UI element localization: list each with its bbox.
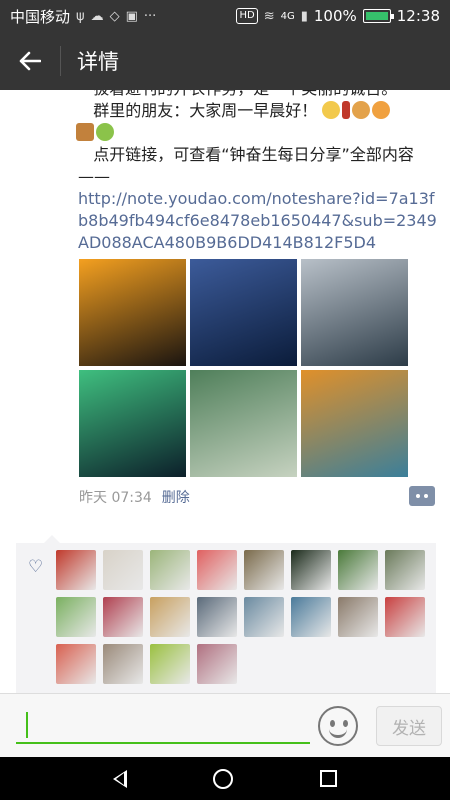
title-bar: 详情: [0, 32, 450, 90]
post-emoji-line: [76, 122, 438, 144]
coffee-emoji-icon: [76, 123, 94, 141]
delete-button[interactable]: 删除: [162, 487, 190, 507]
nav-back-icon[interactable]: [113, 769, 128, 788]
comment-menu-icon[interactable]: [409, 486, 435, 506]
liker-avatar[interactable]: [291, 550, 331, 590]
photo-stone-arch-bridge[interactable]: [190, 370, 297, 477]
liker-avatar[interactable]: [385, 550, 425, 590]
status-bar: 中国移动 ψ ☁ ◇ ▣ ··· HD ≋ 4G ▮ 100% 12:38: [0, 0, 450, 32]
clap-emoji-icon: [372, 101, 391, 119]
liker-avatar[interactable]: [150, 550, 190, 590]
carrier-label: 中国移动: [10, 7, 71, 26]
cloud-icon: ☁: [90, 8, 104, 24]
liker-avatar[interactable]: [197, 644, 237, 684]
liker-avatar[interactable]: [197, 550, 237, 590]
person-emoji-icon: [96, 123, 114, 141]
network-label: 4G: [280, 10, 295, 22]
photo-aurora-snow[interactable]: [79, 370, 186, 477]
photo-misty-islands[interactable]: [301, 259, 408, 366]
page-title: 详情: [77, 50, 119, 74]
send-button[interactable]: 发送: [376, 706, 442, 746]
liker-avatar[interactable]: [56, 644, 96, 684]
wifi-icon: ≋: [263, 8, 275, 24]
nav-recents-icon[interactable]: [319, 770, 337, 787]
signal-icon: ▮: [300, 8, 308, 24]
smile-emoji-icon: [322, 101, 341, 119]
moment-detail: 拔着避刊的开衣作务，是一个美丽的诚召。 群里的朋友：大家周一早晨好！ 点开链接，…: [0, 90, 450, 693]
liker-avatar[interactable]: [291, 597, 331, 637]
header-divider: [60, 46, 61, 76]
liker-avatar[interactable]: [103, 550, 143, 590]
liker-avatar[interactable]: [385, 597, 425, 637]
comment-input[interactable]: [16, 708, 310, 744]
emoji-picker-icon[interactable]: [318, 706, 358, 746]
app-icon: ▣: [125, 8, 138, 24]
liker-avatar[interactable]: [244, 550, 284, 590]
liker-avatar[interactable]: [56, 597, 96, 637]
liker-avatar[interactable]: [338, 550, 378, 590]
post-text: 拔着避刊的开衣作务，是一个美丽的诚召。 群里的朋友：大家周一早晨好！ 点开链接，…: [76, 90, 438, 254]
clock: 12:38: [396, 7, 440, 25]
liker-avatar[interactable]: [150, 644, 190, 684]
liker-avatar[interactable]: [338, 597, 378, 637]
photo-sunset-crane[interactable]: [79, 259, 186, 366]
heart-icon: ♡: [28, 557, 44, 577]
photo-tower-bridge-night[interactable]: [190, 259, 297, 366]
post-line-1: 群里的朋友：大家周一早晨好！: [78, 100, 438, 122]
usb-icon: ψ: [76, 8, 85, 24]
nav-home-icon[interactable]: [213, 768, 234, 789]
photo-autumn-river[interactable]: [301, 370, 408, 477]
liker-avatar[interactable]: [103, 644, 143, 684]
handshake-emoji-icon: [352, 101, 371, 119]
hd-icon: HD: [236, 8, 258, 24]
battery-icon: [362, 9, 394, 23]
liker-avatar[interactable]: [103, 597, 143, 637]
system-nav-bar: [0, 757, 450, 800]
post-line-2: 点开链接，可查看“钟奋生每日分享”全部内容——: [78, 145, 414, 186]
back-arrow-icon[interactable]: [0, 32, 60, 90]
liker-avatars: [56, 550, 436, 684]
comment-input-bar: 发送: [0, 693, 450, 757]
liker-avatar[interactable]: [56, 550, 96, 590]
post-time: 昨天 07:34: [79, 490, 152, 506]
post-meta: 昨天 07:34 删除: [79, 487, 190, 507]
text-caret: [26, 712, 28, 738]
liker-avatar[interactable]: [244, 597, 284, 637]
liker-avatar[interactable]: [150, 597, 190, 637]
rose-emoji-icon: [342, 101, 351, 119]
shield-icon: ◇: [109, 8, 120, 24]
battery-percent: 100%: [313, 7, 357, 25]
photo-grid: [79, 259, 409, 477]
liker-avatar[interactable]: [197, 597, 237, 637]
likes-panel: ♡: [16, 535, 436, 693]
post-line-0: 拔着避刊的开衣作务，是一个美丽的诚召。: [78, 90, 438, 100]
more-notifications-icon: ···: [143, 8, 157, 24]
post-link[interactable]: http://note.youdao.com/noteshare?id=7a13…: [78, 188, 438, 254]
